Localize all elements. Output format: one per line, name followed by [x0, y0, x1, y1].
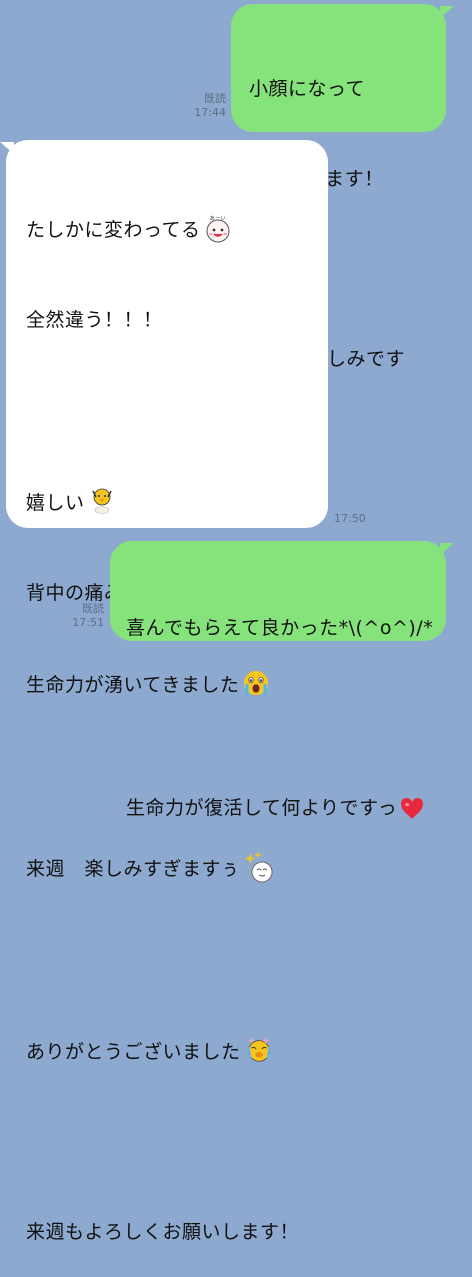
message-line — [26, 395, 328, 425]
message-line — [26, 944, 328, 974]
message-line: 生命力が湧いてきました — [26, 668, 328, 700]
message-line-text: 来週 楽しみすぎますぅ — [26, 858, 240, 880]
message-meta: 既読 17:44 — [178, 92, 226, 120]
message-line: 全然違う！！！ — [26, 309, 163, 331]
cheering-chick-sticker-icon — [91, 488, 112, 514]
outgoing-message-bubble[interactable]: 小顔になって 若返ってます！ 来週が楽しみです — [231, 4, 446, 400]
message-line: 来週 楽しみすぎますぅ — [26, 850, 328, 884]
message-line: 喜んでもらえて良かった*\(^o^)/* — [126, 617, 434, 639]
sticker-text: あーい — [209, 216, 226, 222]
read-receipt: 既読 — [204, 92, 226, 105]
message-line — [126, 703, 446, 733]
message-line-text: ありがとうございました — [26, 1041, 241, 1063]
message-line-text: 生命力が湧いてきました — [26, 674, 240, 696]
crying-face-emoji-icon — [244, 671, 269, 695]
message-line: 生命力が復活して何よりですっ — [126, 793, 446, 823]
bubble-tail — [440, 543, 454, 555]
outgoing-message-bubble[interactable]: 喜んでもらえて良かった*\(^o^)/* 生命力が復活して何よりですっ — [110, 541, 446, 819]
bubble-tail — [440, 6, 454, 18]
smiling-face-sticker-icon: あーい — [206, 216, 230, 243]
message-line — [26, 760, 328, 790]
message-line-text: たしかに変わってる — [26, 219, 201, 241]
message-line: ありがとうございました — [26, 1034, 328, 1067]
read-receipt: 既読 — [82, 602, 104, 615]
message-meta: 17:50 — [334, 512, 374, 526]
message-line-text: 生命力が復活して何よりですっ — [126, 797, 398, 819]
grateful-chick-sticker-icon — [247, 1036, 270, 1062]
message-line: たしかに変わってる あーい — [26, 214, 328, 245]
message-line: 来週もよろしくお願いします！ — [26, 1221, 300, 1243]
bubble-tail — [0, 142, 14, 154]
message-time: 17:44 — [194, 106, 226, 119]
red-heart-icon — [401, 797, 424, 819]
message-line-text: 嬉しい — [26, 492, 85, 514]
message-time: 17:50 — [334, 512, 366, 525]
message-line — [26, 1127, 328, 1157]
message-meta: 既読 17:51 — [58, 602, 104, 630]
message-line: 嬉しい — [26, 485, 328, 518]
message-line: 小顔になって — [249, 78, 366, 100]
incoming-message-bubble[interactable]: たしかに変わってるあーい 全然違う！！！ 嬉しい 背中の痛みも楽になって 生命力… — [6, 140, 328, 1243]
message-time: 17:51 — [72, 616, 104, 629]
sparkle-face-sticker-icon — [244, 851, 273, 883]
